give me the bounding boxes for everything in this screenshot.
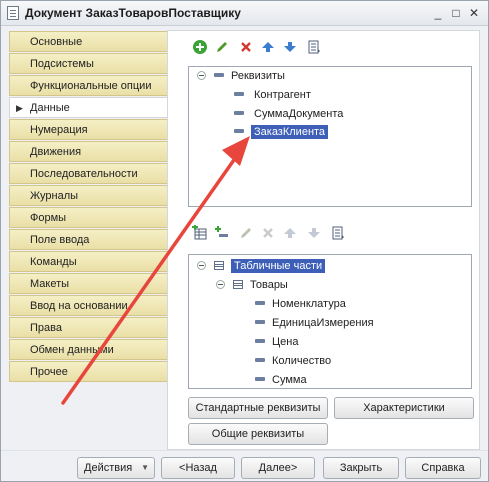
annotation-arrow xyxy=(61,136,250,405)
